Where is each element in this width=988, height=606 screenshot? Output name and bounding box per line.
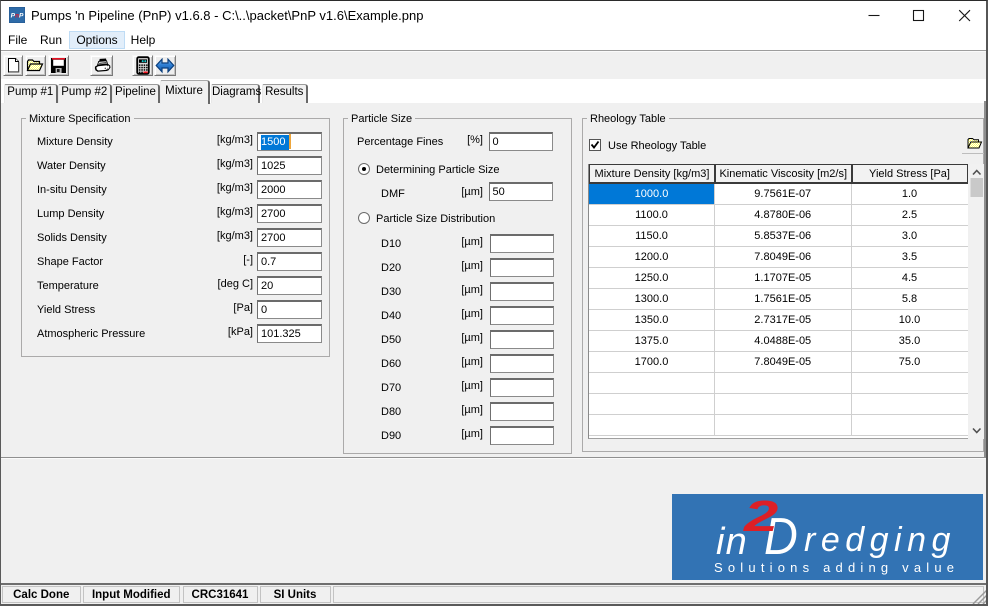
svg-text:PnP: PnP xyxy=(11,13,24,20)
